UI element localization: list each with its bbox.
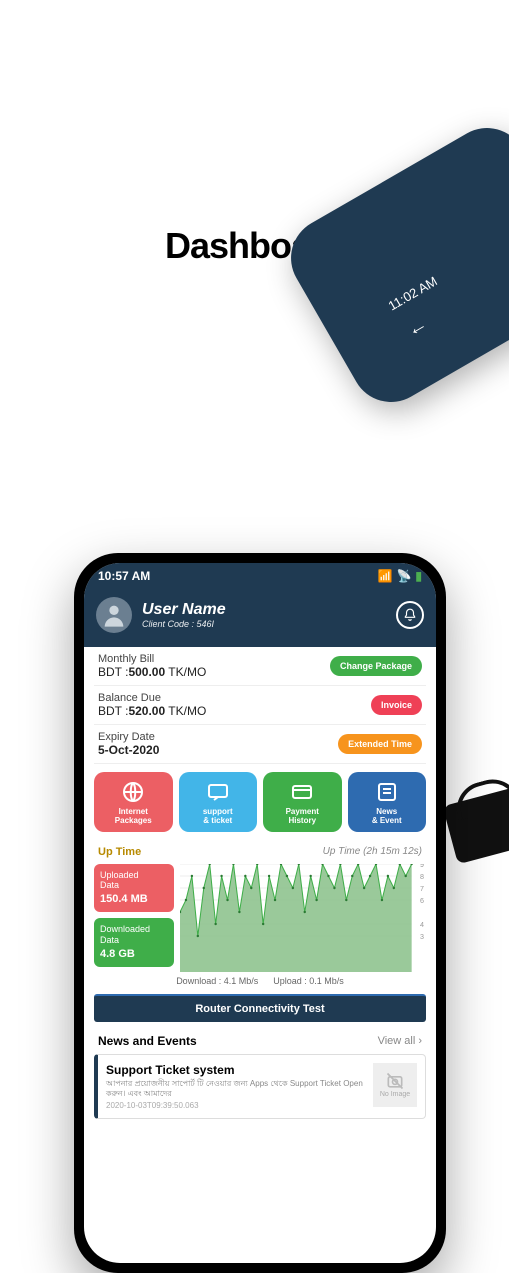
decorative-phone: 11:02 AM ← — [276, 113, 509, 416]
view-all-button[interactable]: View all › — [378, 1035, 422, 1047]
status-bar: 10:57 AM 📶 📡 ▮ — [84, 563, 436, 589]
extended-time-button[interactable]: Extended Time — [338, 734, 422, 754]
card-timestamp: 2020-10-03T09:39:50.063 — [106, 1101, 365, 1110]
svg-text:7: 7 — [420, 885, 424, 893]
upload-speed: Upload : 0.1 Mb/s — [273, 976, 344, 986]
svg-text:3: 3 — [420, 933, 424, 941]
news-icon — [375, 780, 399, 804]
back-icon: ← — [403, 313, 432, 343]
change-package-button[interactable]: Change Package — [330, 656, 422, 676]
no-image-placeholder: No Image — [373, 1063, 417, 1107]
user-icon — [100, 601, 128, 629]
tile-support-ticket[interactable]: support & ticket — [179, 772, 258, 832]
phone-frame: 10:57 AM 📶 📡 ▮ User Name Client Code : 5… — [74, 553, 446, 1273]
bill-label: Monthly Bill — [98, 653, 206, 665]
status-time: 11:02 AM — [386, 273, 440, 313]
camera-off-icon — [385, 1071, 405, 1091]
card-icon — [290, 780, 314, 804]
svg-text:9: 9 — [420, 864, 424, 869]
bell-icon — [403, 608, 417, 622]
router-connectivity-button[interactable]: Router Connectivity Test — [94, 994, 426, 1022]
uptime-value: Up Time (2h 15m 12s) — [323, 846, 422, 858]
avatar[interactable] — [96, 597, 132, 633]
news-card[interactable]: Support Ticket system আপনার প্রয়োজনীয় … — [94, 1054, 426, 1120]
card-title: Support Ticket system — [106, 1063, 365, 1077]
news-title: News and Events — [98, 1034, 197, 1048]
expiry-label: Expiry Date — [98, 731, 159, 743]
expiry-row: Expiry Date 5-Oct-2020 Extended Time — [94, 725, 426, 764]
tile-label: support & ticket — [203, 808, 233, 826]
user-name: User Name — [142, 601, 386, 619]
tile-internet-packages[interactable]: Internet Packages — [94, 772, 173, 832]
downloaded-stat: Downloaded Data 4.8 GB — [94, 918, 174, 967]
uptime-chart: 3 4 6 7 8 9 — [180, 864, 426, 972]
uptime-label: Up Time — [98, 846, 141, 858]
battery-icon: ▮ — [415, 569, 422, 583]
client-code: Client Code : 546I — [142, 619, 386, 629]
notifications-button[interactable] — [396, 601, 424, 629]
svg-text:4: 4 — [420, 921, 424, 929]
tile-payment-history[interactable]: Payment History — [263, 772, 342, 832]
uploaded-stat: Uploaded Data 150.4 MB — [94, 864, 174, 913]
chat-icon — [206, 780, 230, 804]
balance-due-row: Balance Due BDT :520.00 TK/MO Invoice — [94, 686, 426, 725]
tile-news-event[interactable]: News & Event — [348, 772, 427, 832]
svg-text:6: 6 — [420, 897, 424, 905]
binder-clip-decoration — [443, 786, 509, 865]
invoice-button[interactable]: Invoice — [371, 695, 422, 715]
tile-label: Payment History — [286, 808, 319, 826]
download-speed: Download : 4.1 Mb/s — [176, 976, 258, 986]
signal-icon: 📶 — [377, 569, 392, 583]
svg-text:8: 8 — [420, 873, 424, 881]
app-header: User Name Client Code : 546I — [84, 589, 436, 647]
tile-label: Internet Packages — [115, 808, 152, 826]
monthly-bill-row: Monthly Bill BDT :500.00 TK/MO Change Pa… — [94, 647, 426, 686]
globe-icon — [121, 780, 145, 804]
tile-label: News & Event — [372, 808, 402, 826]
wifi-icon: 📡 — [396, 569, 411, 583]
status-time: 10:57 AM — [98, 569, 150, 583]
due-label: Balance Due — [98, 692, 206, 704]
card-desc: আপনার প্রয়োজনীয় সাপোর্ট টি নেওয়ার জন্… — [106, 1079, 365, 1100]
